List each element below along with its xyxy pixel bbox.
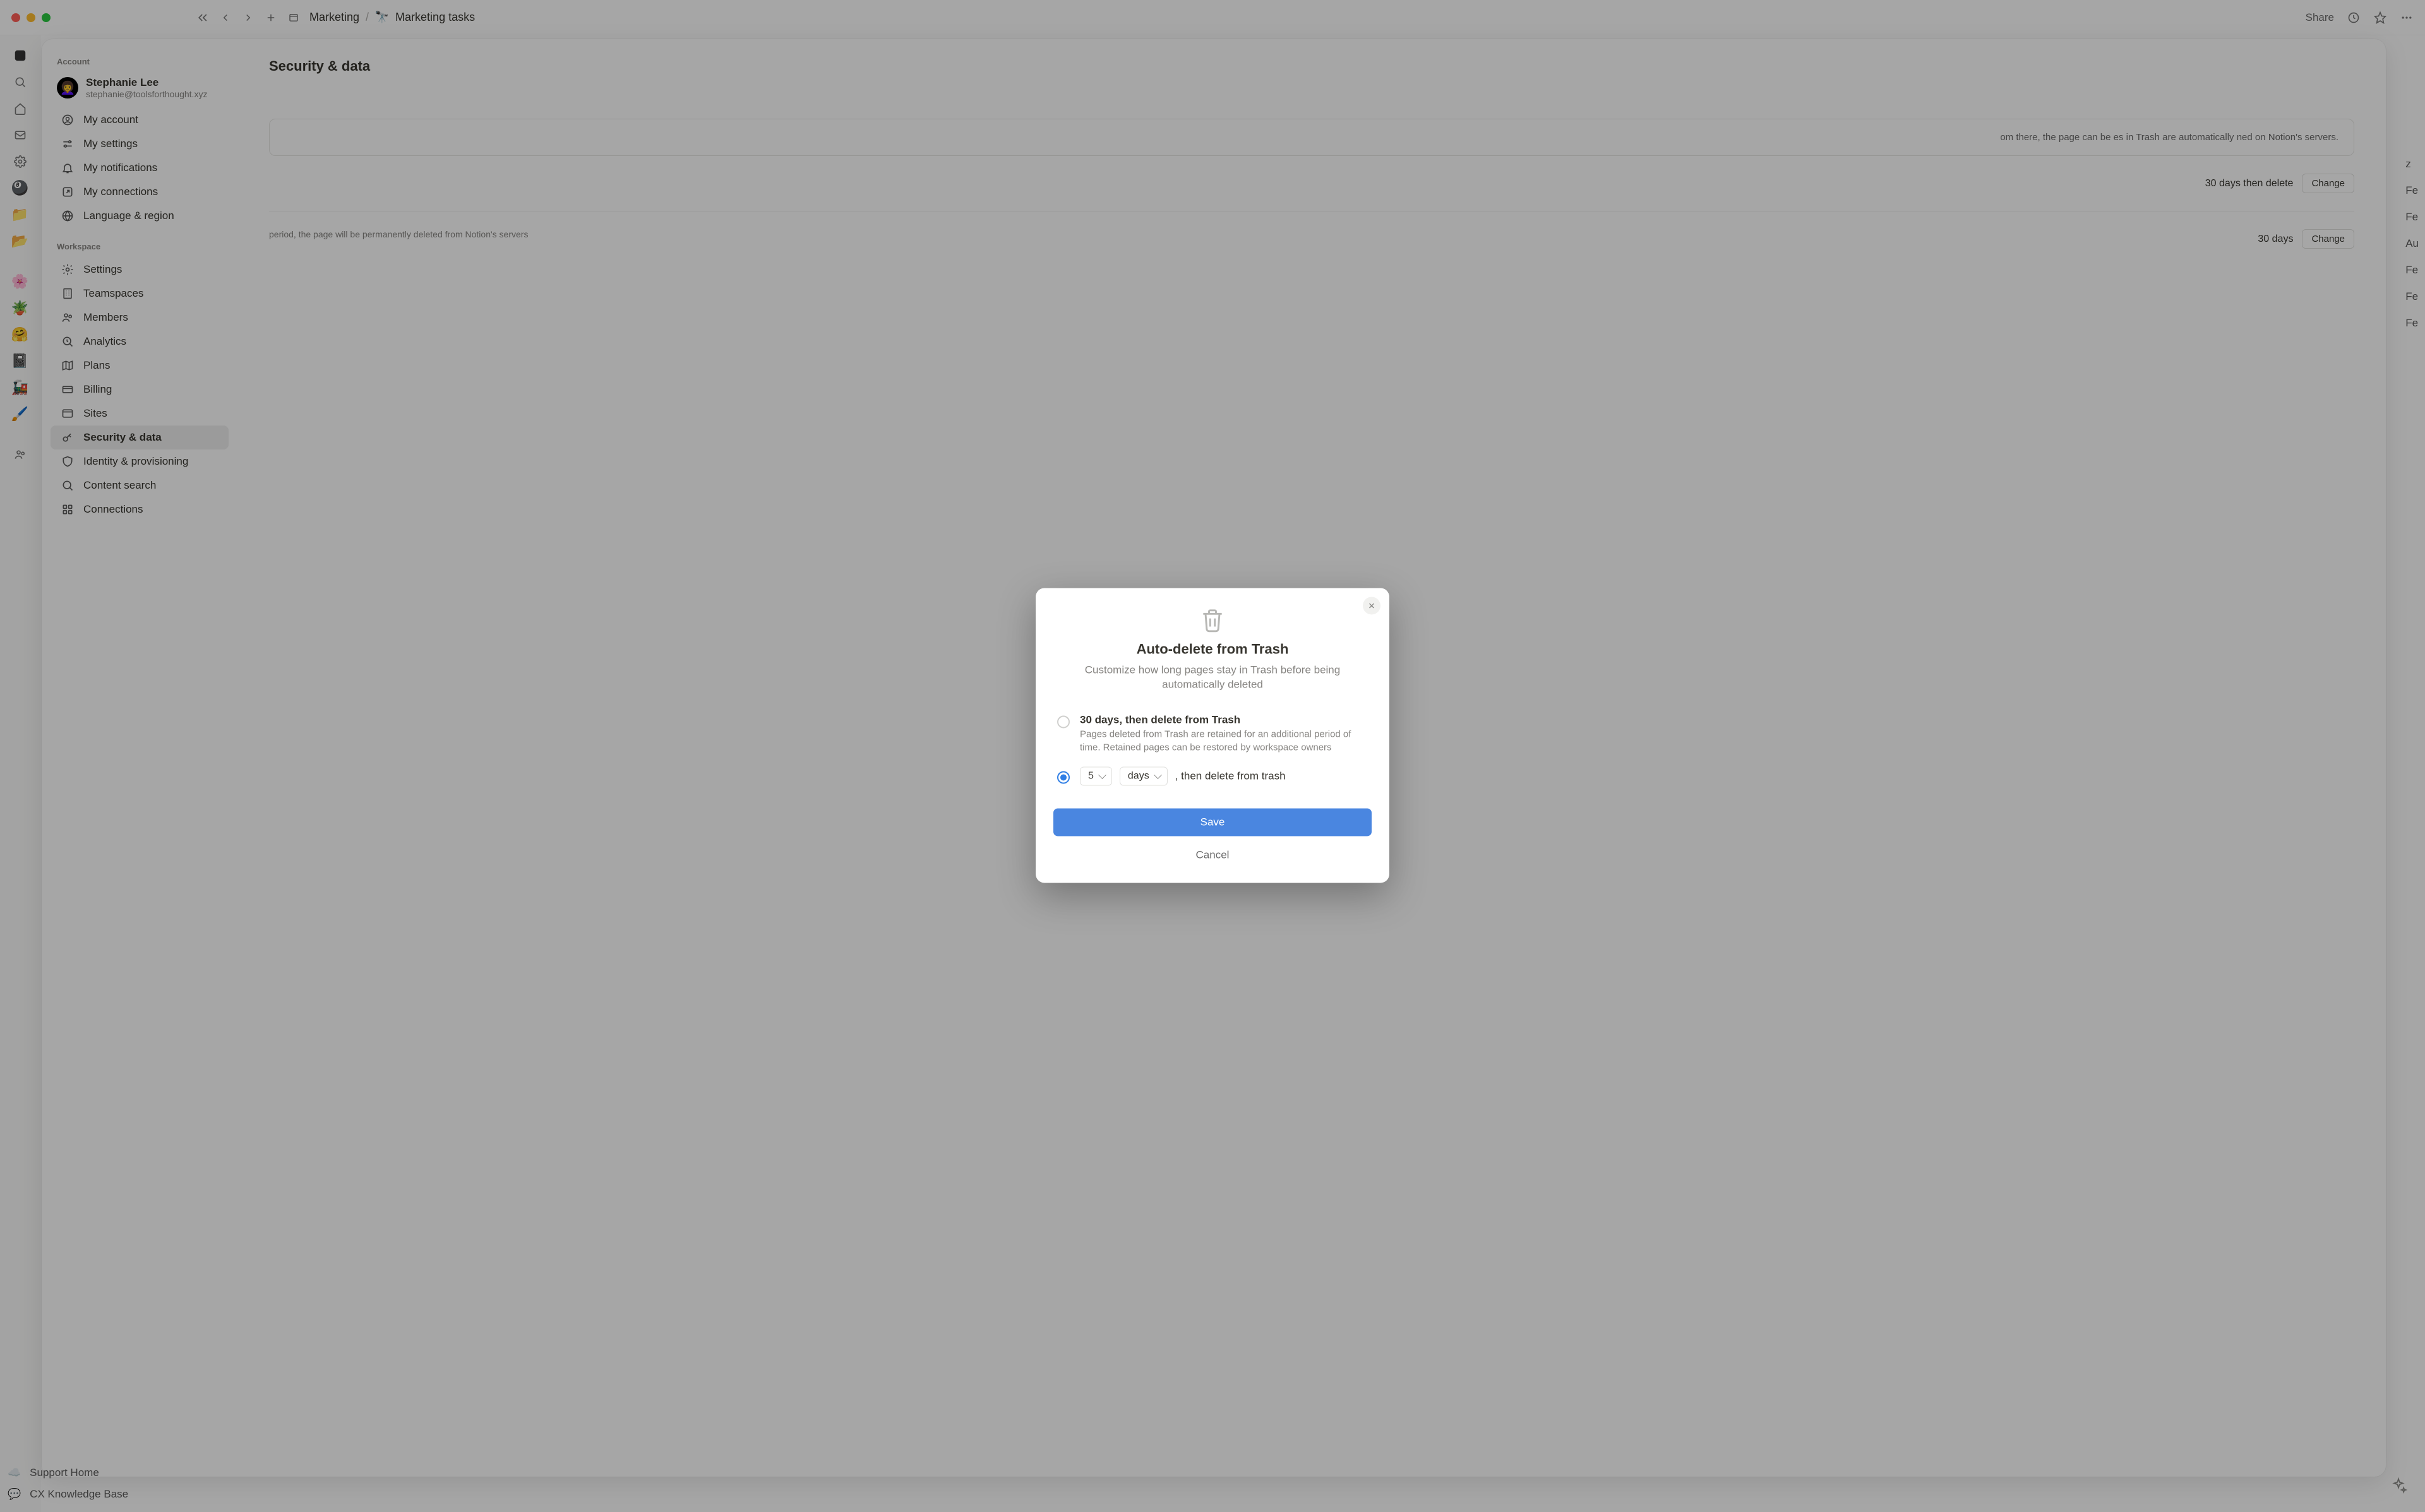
radio-checked[interactable] <box>1057 771 1070 783</box>
select-value: days <box>1128 771 1149 782</box>
trash-icon <box>1053 605 1372 633</box>
unit-select[interactable]: days <box>1120 767 1168 786</box>
option-custom[interactable]: 5 days , then delete from trash <box>1053 761 1372 792</box>
autodelete-dialog: Auto-delete from Trash Customize how lon… <box>1036 588 1389 883</box>
radio-unchecked[interactable] <box>1057 716 1070 729</box>
dialog-subtitle: Customize how long pages stay in Trash b… <box>1053 662 1372 693</box>
option-suffix: , then delete from trash <box>1175 770 1286 783</box>
number-select[interactable]: 5 <box>1080 767 1112 786</box>
cancel-button[interactable]: Cancel <box>1053 843 1372 868</box>
save-button[interactable]: Save <box>1053 809 1372 836</box>
option-description: Pages deleted from Trash are retained fo… <box>1080 728 1368 754</box>
dialog-title: Auto-delete from Trash <box>1053 641 1372 657</box>
select-value: 5 <box>1088 771 1094 782</box>
close-icon[interactable] <box>1363 597 1380 614</box>
option-title: 30 days, then delete from Trash <box>1080 714 1368 727</box>
option-30-days[interactable]: 30 days, then delete from Trash Pages de… <box>1053 708 1372 761</box>
